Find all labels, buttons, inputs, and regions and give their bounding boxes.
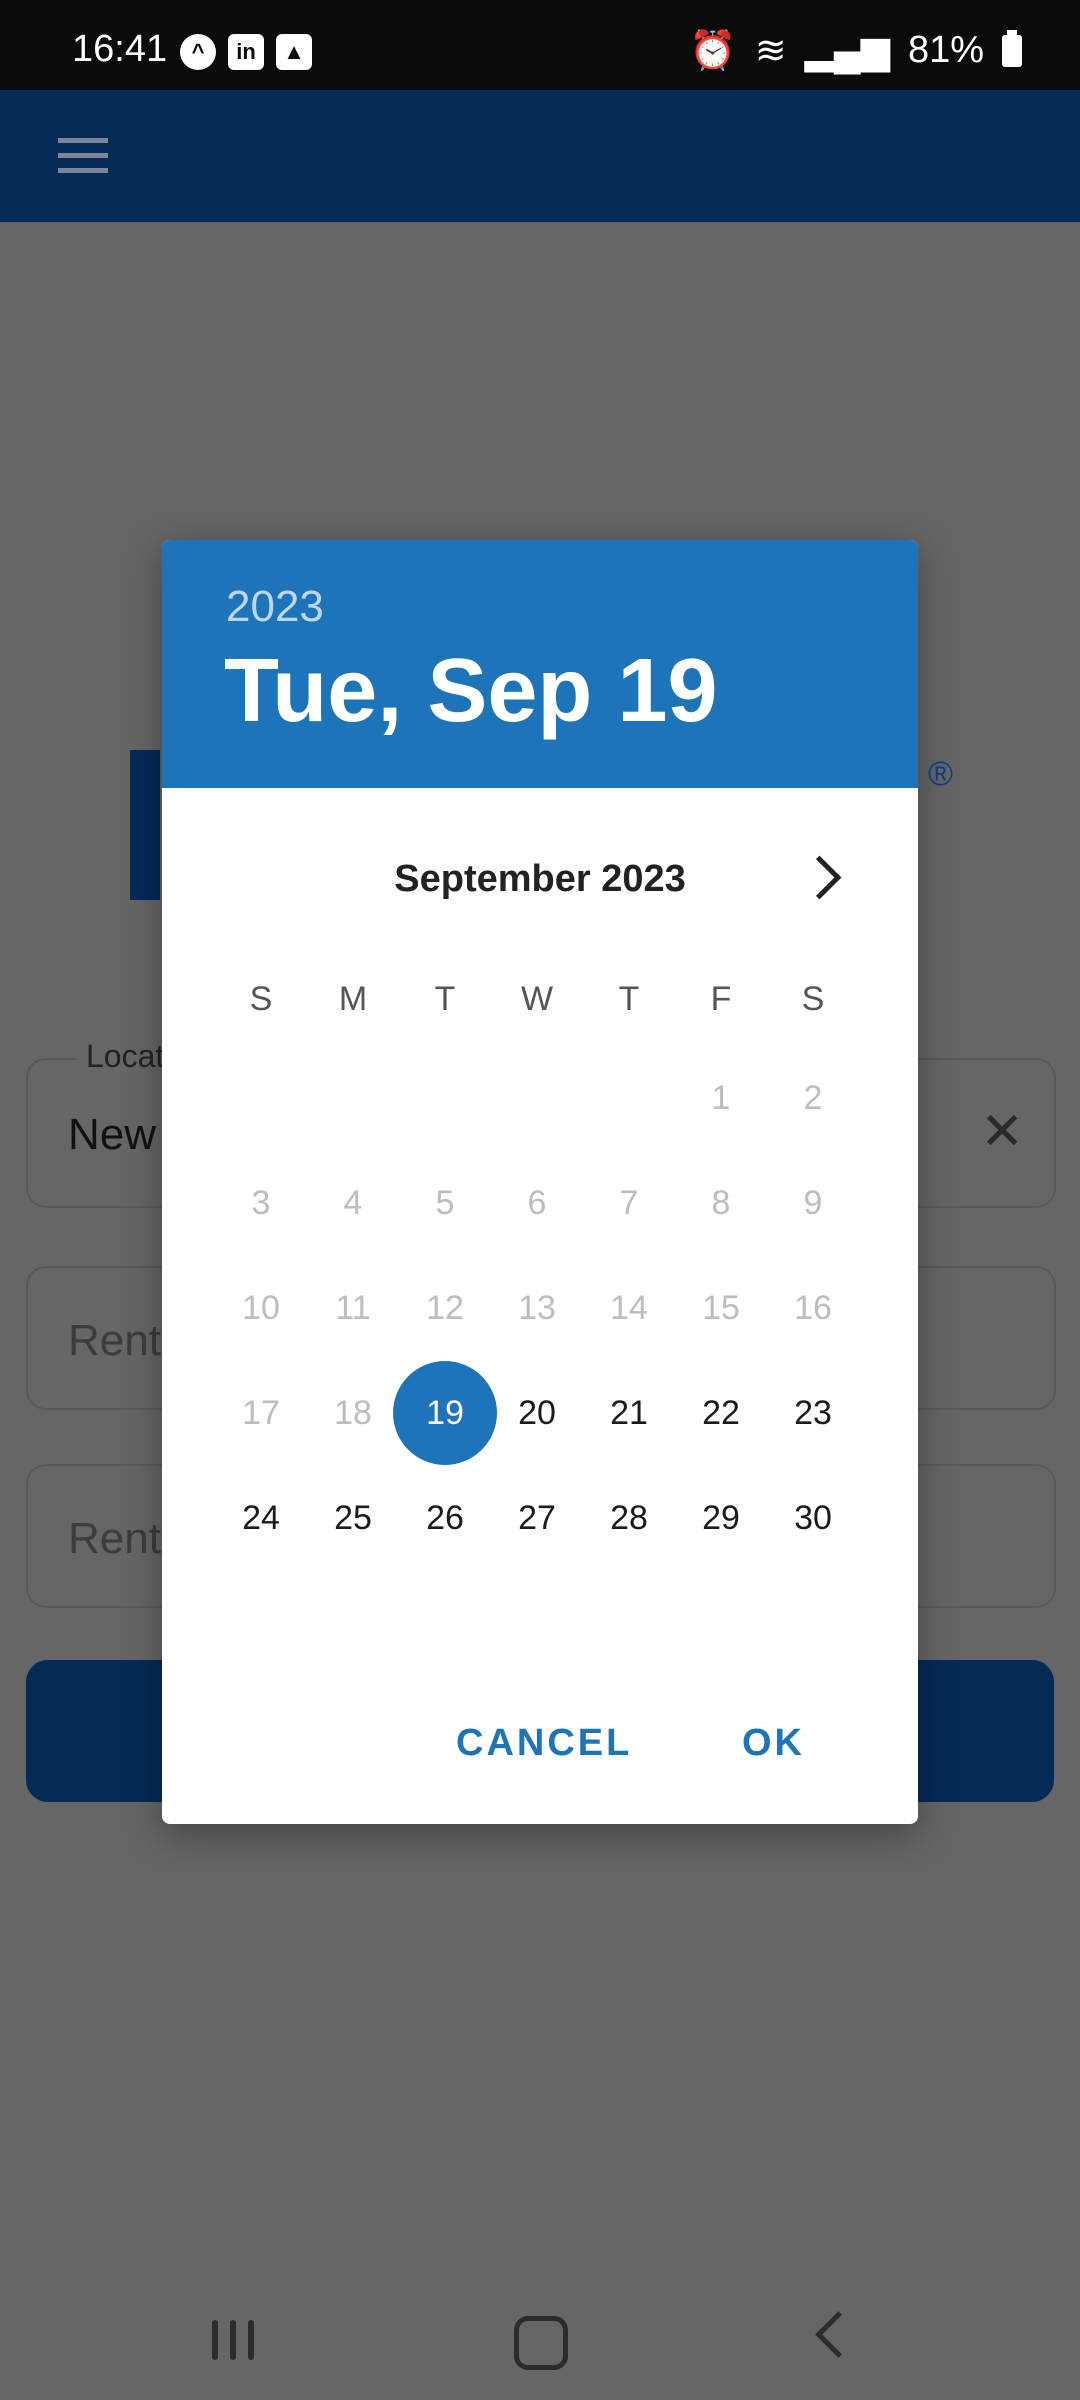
date-picker-dialog: 2023 Tue, Sep 19 September 2023 SMTWTFS … (162, 540, 918, 1824)
status-right: ⏰ ≋ ▂▄▆ 81% (689, 28, 1022, 73)
day-cell: 2 (803, 1079, 823, 1117)
day-cell: 6 (527, 1184, 547, 1222)
day-cell: 1 (711, 1079, 731, 1117)
linkedin-icon: in (228, 34, 264, 70)
day-cell[interactable]: 24 (209, 1466, 313, 1570)
notification-icons: ^ in ▲ (180, 34, 312, 70)
home-icon[interactable] (514, 2316, 568, 2370)
day-cell: 18 (334, 1394, 372, 1432)
day-cell[interactable]: 23 (761, 1361, 865, 1465)
navigation-bar (0, 2280, 1080, 2400)
weekday-label: W (520, 980, 554, 1018)
day-cell: 5 (435, 1184, 455, 1222)
day-cell[interactable]: 21 (577, 1361, 681, 1465)
day-cell: 17 (242, 1394, 280, 1432)
wifi-icon: ≋ (754, 30, 787, 72)
weekday-label: S (801, 980, 825, 1018)
day-cell[interactable]: 29 (669, 1466, 773, 1570)
day-cell[interactable]: 27 (485, 1466, 589, 1570)
day-cell: 10 (242, 1289, 280, 1327)
clear-icon[interactable]: ✕ (980, 1102, 1024, 1162)
day-cell: 4 (343, 1184, 363, 1222)
day-cell[interactable]: 22 (669, 1361, 773, 1465)
weekday-label: T (434, 980, 456, 1018)
day-cell: 3 (251, 1184, 271, 1222)
year-selector[interactable]: 2023 (226, 582, 324, 632)
cancel-button[interactable]: CANCEL (456, 1722, 632, 1765)
day-cell: 11 (335, 1289, 371, 1327)
registered-mark: ® (928, 755, 954, 793)
day-cell: 15 (702, 1289, 740, 1327)
rent-start-placeholder: Rent (68, 1316, 161, 1365)
recent-apps-icon[interactable] (212, 2320, 254, 2360)
day-cell[interactable]: 25 (301, 1466, 405, 1570)
menu-icon[interactable] (58, 138, 108, 174)
battery-percent: 81% (907, 29, 984, 71)
signal-icon: ▂▄▆ (804, 30, 890, 72)
ok-button[interactable]: OK (742, 1722, 805, 1765)
battery-icon (1002, 29, 1022, 67)
day-cell[interactable]: 30 (761, 1466, 865, 1570)
day-cell: 13 (518, 1289, 556, 1327)
location-label: Locat (76, 1038, 175, 1075)
day-cell: 8 (711, 1184, 731, 1222)
weekday-label: M (338, 980, 368, 1018)
date-picker-header: 2023 Tue, Sep 19 (162, 540, 918, 788)
day-cell: 14 (610, 1289, 648, 1327)
day-cell: 12 (426, 1289, 464, 1327)
selected-date: Tue, Sep 19 (224, 641, 718, 741)
app-icon: ^ (180, 34, 216, 70)
day-cell[interactable]: 28 (577, 1466, 681, 1570)
weekday-label: S (249, 980, 273, 1018)
weekday-label: F (710, 980, 732, 1018)
logo-fragment (130, 750, 160, 900)
image-icon: ▲ (276, 34, 312, 70)
alarm-icon: ⏰ (689, 29, 737, 72)
day-cell[interactable]: 26 (393, 1466, 497, 1570)
day-cell-selected[interactable]: 19 (393, 1361, 497, 1465)
day-cell: 16 (794, 1289, 832, 1327)
day-cell[interactable]: 20 (485, 1361, 589, 1465)
location-value: New (68, 1110, 157, 1159)
weekday-label: T (618, 980, 640, 1018)
back-icon[interactable] (815, 2311, 862, 2358)
status-time: 16:41 (72, 28, 168, 70)
day-cell: 7 (619, 1184, 639, 1222)
status-bar: 16:41 ^ in ▲ ⏰ ≋ ▂▄▆ 81% (0, 0, 1080, 90)
rent-end-placeholder: Rent (68, 1514, 161, 1563)
day-cell: 9 (803, 1184, 823, 1222)
app-bar (0, 90, 1080, 222)
